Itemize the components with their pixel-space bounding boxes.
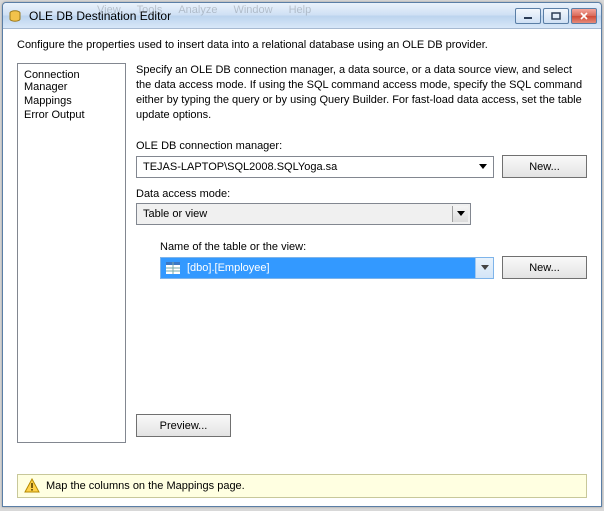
table-name-value: [dbo].[Employee] [187,262,270,274]
background-menubar: View Tools Analyze Window Help [93,2,315,18]
close-button[interactable] [571,8,597,24]
dialog-window: View Tools Analyze Window Help OLE DB De… [2,2,602,507]
warning-text: Map the columns on the Mappings page. [46,480,245,492]
maximize-button[interactable] [543,8,569,24]
warning-icon [24,478,40,494]
data-access-mode-value: Table or view [143,208,207,220]
connection-manager-combo[interactable]: TEJAS-LAPTOP\SQL2008.SQLYoga.sa [136,156,494,178]
preview-row: Preview... [136,414,587,443]
table-icon [165,261,181,275]
header-description: Configure the properties used to insert … [3,29,601,63]
app-icon [7,8,23,24]
preview-button[interactable]: Preview... [136,414,231,437]
sidebar-item-mappings[interactable]: Mappings [24,94,119,108]
table-name-combo[interactable]: [dbo].[Employee] [160,257,494,279]
sidebar-item-connection-manager[interactable]: Connection Manager [24,68,119,94]
window-controls [515,8,597,24]
page-list[interactable]: Connection Manager Mappings Error Output [17,63,126,443]
chevron-down-icon [475,159,491,175]
minimize-button[interactable] [515,8,541,24]
table-section: Name of the table or the view: [dbo].[Em… [136,237,587,279]
chevron-down-icon [475,258,493,278]
main-panel: Specify an OLE DB connection manager, a … [136,63,587,443]
chevron-down-icon [452,206,468,222]
new-connection-button[interactable]: New... [502,155,587,178]
instruction-text: Specify an OLE DB connection manager, a … [136,63,587,122]
data-access-mode-label: Data access mode: [136,188,587,200]
table-name-label: Name of the table or the view: [160,241,587,253]
body: Connection Manager Mappings Error Output… [3,63,601,443]
new-table-button[interactable]: New... [502,256,587,279]
connection-manager-label: OLE DB connection manager: [136,140,587,152]
data-access-mode-combo[interactable]: Table or view [136,203,471,225]
warning-bar: Map the columns on the Mappings page. [17,474,587,498]
connection-manager-value: TEJAS-LAPTOP\SQL2008.SQLYoga.sa [143,161,337,173]
sidebar-item-error-output[interactable]: Error Output [24,108,119,122]
